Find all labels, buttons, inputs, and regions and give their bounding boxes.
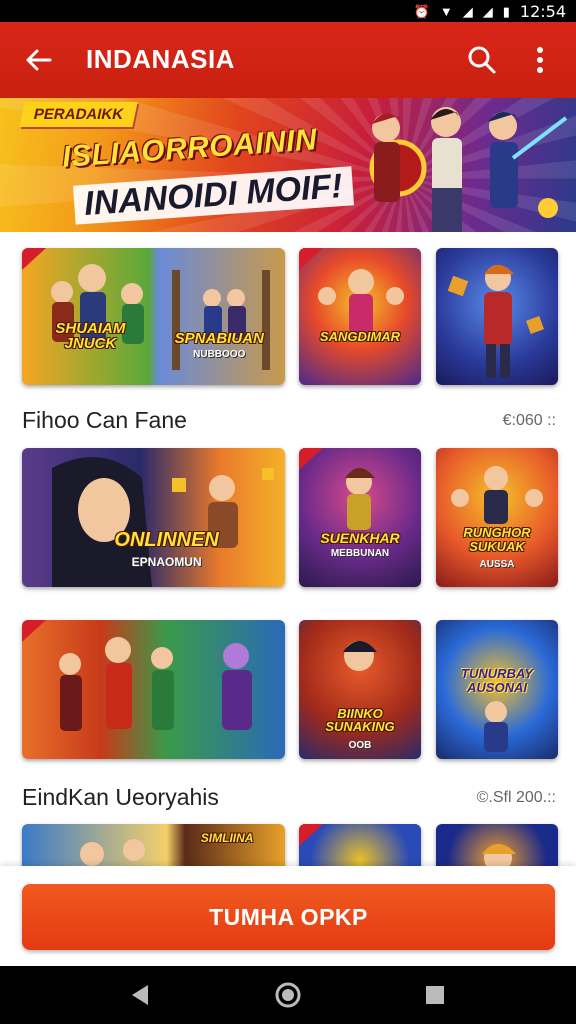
tile-title: BIINKO SUNAKING — [325, 705, 395, 735]
signal-icon: ◢ — [462, 3, 473, 19]
tile-title: SIMLIINA — [200, 831, 254, 845]
app-bar: INDANASIA — [0, 22, 576, 98]
tile-title: SANGDIMAR — [319, 329, 401, 345]
game-tile[interactable]: SHUAIAM JNUCK SPNABIUAN NUBBOOO — [22, 248, 285, 385]
square-recents-icon[interactable] — [420, 980, 450, 1010]
tile-subtitle: OOB — [348, 739, 372, 751]
status-time: 12:54 — [519, 2, 566, 21]
more-vert-icon[interactable] — [522, 42, 558, 78]
search-icon[interactable] — [464, 42, 500, 78]
game-tile[interactable]: SANGDIMAR — [299, 248, 421, 385]
tile-title: TUNURBAY AUSONAI — [461, 666, 533, 695]
game-tile[interactable]: SUENKHAR MEBBUNAN — [299, 448, 421, 587]
tile-subtitle: MEBBUNAN — [330, 548, 390, 560]
game-tile[interactable]: TUNURBAY AUSONAI — [436, 620, 558, 759]
tile-title: SPNABIUAN — [174, 329, 264, 347]
tile-subtitle: EPNAOMUN — [131, 554, 202, 569]
section-title: EindKan Ueoryahis — [22, 784, 219, 810]
characters-illustration — [345, 468, 375, 530]
characters-illustration — [318, 269, 404, 334]
signal-icon: ◢ — [482, 3, 493, 19]
status-icons: ⏰ ▼ ◢ ◢ ▮ 12:54 — [414, 2, 566, 21]
triangle-back-icon[interactable] — [126, 980, 156, 1010]
promo-banner[interactable]: PERADAIKK ISLIAORROAININ INANOIDI MOIF! — [0, 98, 576, 232]
tile-title: SHUAIAM JNUCK — [55, 319, 126, 353]
battery-icon: ▮ — [502, 3, 510, 19]
game-tile[interactable]: BIINKO SUNAKING OOB — [299, 620, 421, 759]
game-tile[interactable]: RUNGHOR SUKUAK AUSSA — [436, 448, 558, 587]
tile-title: ONLINNEN — [114, 528, 219, 551]
section-meta[interactable]: €:060 :: — [503, 412, 556, 430]
tile-title: SUENKHAR — [320, 529, 400, 546]
section-title: Fihoo Can Fane — [22, 407, 187, 433]
wifi-icon: ▼ — [439, 3, 453, 19]
arrow-left-icon[interactable] — [20, 42, 56, 78]
game-tile[interactable] — [22, 620, 285, 759]
tile-subtitle: AUSSA — [479, 559, 515, 571]
game-tile[interactable] — [436, 248, 558, 385]
circle-home-icon[interactable] — [273, 980, 303, 1010]
alarm-icon: ⏰ — [413, 3, 430, 19]
status-bar: ⏰ ▼ ◢ ◢ ▮ 12:54 — [0, 0, 576, 22]
primary-cta-button[interactable]: TUMHA OPKP — [22, 884, 555, 950]
characters-illustration — [447, 265, 544, 378]
banner-heroes-illustration — [369, 107, 568, 232]
characters-illustration — [343, 641, 377, 671]
characters-illustration — [59, 637, 252, 731]
banner-tag: PERADAIKK — [19, 102, 138, 127]
tile-subtitle: NUBBOOO — [193, 349, 246, 361]
section-meta[interactable]: ©.Sfl 200.:: — [477, 789, 556, 807]
game-tile[interactable]: ONLINNEN EPNAOMUN — [22, 448, 285, 587]
app-title: INDANASIA — [86, 44, 235, 74]
characters-illustration — [51, 264, 270, 370]
tile-title: RUNGHOR SUKUAK — [463, 525, 531, 554]
system-nav-bar — [0, 966, 576, 1024]
